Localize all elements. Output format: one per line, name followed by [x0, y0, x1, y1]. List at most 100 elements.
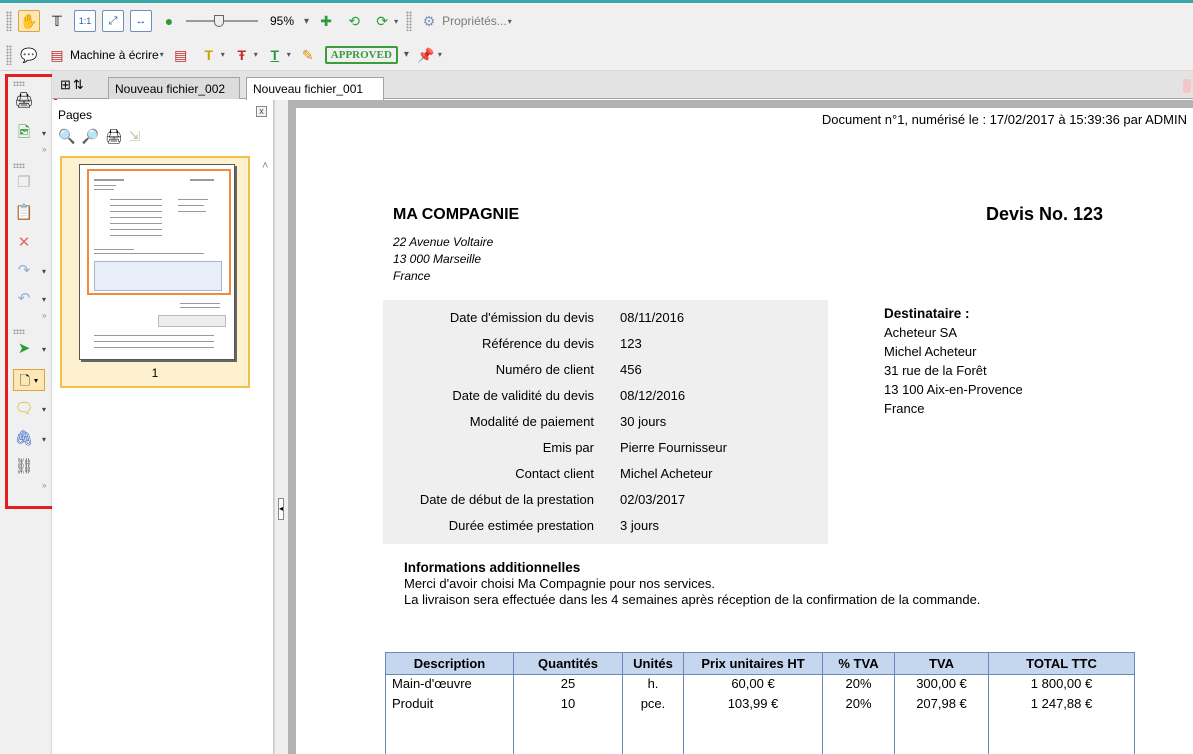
thumb-extract-icon[interactable]: ⇲: [129, 128, 141, 145]
table-cell: 300,00 €: [894, 674, 989, 695]
fit-width-icon[interactable]: ↔: [130, 10, 152, 32]
pen-icon[interactable]: ✎: [297, 44, 319, 66]
approved-stamp[interactable]: APPROVED: [324, 45, 398, 64]
annotation-icon[interactable]: 🗨: [13, 397, 35, 419]
page-thumbnail-selected[interactable]: 1: [60, 156, 250, 388]
scan-icon[interactable]: 🖨: [13, 89, 35, 111]
page-thumbnail[interactable]: [79, 164, 235, 360]
vtoolbar-grip-3[interactable]: [13, 329, 25, 334]
text-box-icon[interactable]: ▤: [170, 44, 192, 66]
vertical-toolbar: 🖨 🖻 ▾ » ❐ 📋 ✕ ↷ ▾ ↶ ▾ » ➤ ▾ 🗋 ▾ 🗨 ▾ 🖇 ▾ …: [0, 71, 57, 754]
annotation-dropdown-icon[interactable]: ▾: [42, 405, 46, 414]
pushpin-dropdown-icon[interactable]: ▾: [438, 50, 442, 59]
thumb-zoom-out-icon[interactable]: 🔎: [81, 128, 98, 145]
tab-scroll-right[interactable]: [1183, 79, 1191, 93]
sort-icon[interactable]: ⇅: [73, 77, 84, 93]
table-row: Produit 10 pce. 103,99 € 20% 207,98 € 1 …: [385, 694, 1135, 715]
properties-dropdown-icon[interactable]: ▾: [508, 17, 512, 26]
toolbar-grip[interactable]: [6, 11, 12, 31]
vtoolbar-grip[interactable]: [13, 81, 25, 86]
tab-nouveau-fichier-001[interactable]: Nouveau fichier_001: [246, 77, 384, 100]
thumb-line: [178, 205, 204, 206]
undo-icon[interactable]: ↶: [13, 287, 35, 309]
send-icon[interactable]: ➤: [13, 337, 35, 359]
fit-page-icon[interactable]: ⤢: [102, 10, 124, 32]
recipient-line: 13 100 Aix-en-Provence: [884, 382, 1023, 397]
import-dropdown-icon[interactable]: ▾: [42, 129, 46, 138]
text-underline-icon[interactable]: T: [264, 44, 286, 66]
typewriter-label[interactable]: Machine à écrire: [70, 48, 159, 62]
pages-scrollbar[interactable]: [261, 160, 271, 750]
table-cell: 207,98 €: [894, 694, 989, 715]
vtoolbar-more-3[interactable]: »: [42, 481, 46, 490]
text-strikeout-icon[interactable]: Ŧ: [231, 44, 253, 66]
tab-view-icons: ⊞ ⇅: [60, 77, 84, 93]
thumb-line: [110, 235, 162, 236]
vtoolbar-grip-2[interactable]: [13, 163, 25, 168]
table-header: % TVA: [822, 652, 895, 675]
rotate-dropdown-icon[interactable]: ▾: [394, 17, 398, 26]
vtoolbar-more-2[interactable]: »: [42, 311, 46, 320]
info-label: Emis par: [542, 439, 594, 455]
import-icon[interactable]: 🖻: [13, 121, 35, 143]
thumb-line: [94, 249, 134, 250]
new-document-icon[interactable]: 🗋 ▾: [13, 369, 45, 391]
actual-size-icon[interactable]: 1:1: [74, 10, 96, 32]
thumb-zoom-in-icon[interactable]: 🔍: [58, 128, 75, 145]
panel-splitter[interactable]: ◂: [274, 100, 288, 754]
toolbar-grip-3[interactable]: [6, 44, 12, 65]
address-line: France: [393, 269, 431, 283]
highlight-dropdown-icon[interactable]: ▾: [221, 50, 225, 59]
attachment-icon[interactable]: 🖇: [13, 427, 35, 449]
redo-icon[interactable]: ↷: [13, 259, 35, 281]
sticky-note-icon[interactable]: 💬: [18, 44, 40, 66]
send-dropdown-icon[interactable]: ▾: [42, 345, 46, 354]
thumb-print-icon[interactable]: 🖨: [105, 128, 123, 145]
toolbar-grip-2[interactable]: [406, 11, 413, 31]
thumb-line: [190, 179, 214, 181]
rotate-right-icon[interactable]: ⟳: [371, 10, 393, 32]
close-icon[interactable]: x: [256, 106, 267, 117]
copy-icon[interactable]: ❐: [13, 171, 35, 193]
table-cell: 1 247,88 €: [988, 694, 1135, 715]
address-line: 22 Avenue Voltaire: [393, 235, 494, 249]
additional-info-title: Informations additionnelles: [404, 560, 581, 575]
table-cell: pce.: [622, 694, 684, 715]
collapse-panel-icon[interactable]: ◂: [278, 498, 284, 520]
tab-nouveau-fichier-002[interactable]: Nouveau fichier_002: [108, 77, 240, 99]
typewriter-icon[interactable]: ▤: [46, 44, 68, 66]
table-cell: Produit: [385, 694, 514, 715]
delete-icon[interactable]: ✕: [13, 231, 35, 253]
pushpin-icon[interactable]: 📌: [415, 44, 437, 66]
thumb-line: [110, 199, 162, 200]
info-value: 02/03/2017: [620, 491, 686, 507]
paste-icon[interactable]: 📋: [13, 201, 35, 223]
table-cell: Main-d'œuvre: [385, 674, 514, 695]
underline-dropdown-icon[interactable]: ▾: [287, 50, 291, 59]
rotate-left-icon[interactable]: ⟲: [343, 10, 365, 32]
pages-toolbar: 🔍 🔎 🖨 ⇲: [58, 128, 140, 145]
typewriter-dropdown-icon[interactable]: ▾: [160, 50, 164, 59]
properties-label[interactable]: Propriétés...: [442, 14, 507, 28]
vtoolbar-more-1[interactable]: »: [42, 145, 46, 154]
stamp-dropdown-icon[interactable]: ▾: [404, 49, 409, 60]
thumbnail-view-icon[interactable]: ⊞: [60, 77, 71, 93]
zoom-slider[interactable]: [186, 14, 258, 28]
info-value: 30 jours: [620, 413, 667, 429]
document-viewer[interactable]: Document n°1, numérisé le : 17/02/2017 à…: [288, 100, 1193, 754]
hand-tool-icon[interactable]: ✋: [18, 10, 40, 32]
strikeout-dropdown-icon[interactable]: ▾: [254, 50, 258, 59]
attachment-dropdown-icon[interactable]: ▾: [42, 435, 46, 444]
zoom-out-icon[interactable]: ●: [158, 10, 180, 32]
redo-dropdown-icon[interactable]: ▾: [42, 267, 46, 276]
zoom-value[interactable]: 95%: [270, 14, 294, 28]
zoom-slider-knob[interactable]: [214, 15, 224, 27]
thumb-line: [178, 199, 208, 200]
link-icon[interactable]: ⛓: [13, 455, 35, 477]
zoom-in-icon[interactable]: ✚: [315, 10, 337, 32]
text-select-icon[interactable]: 𝕋: [46, 10, 68, 32]
properties-icon[interactable]: ⚙: [418, 10, 440, 32]
zoom-dropdown-icon[interactable]: ▾: [304, 16, 309, 27]
text-highlight-icon[interactable]: T: [198, 44, 220, 66]
undo-dropdown-icon[interactable]: ▾: [42, 295, 46, 304]
